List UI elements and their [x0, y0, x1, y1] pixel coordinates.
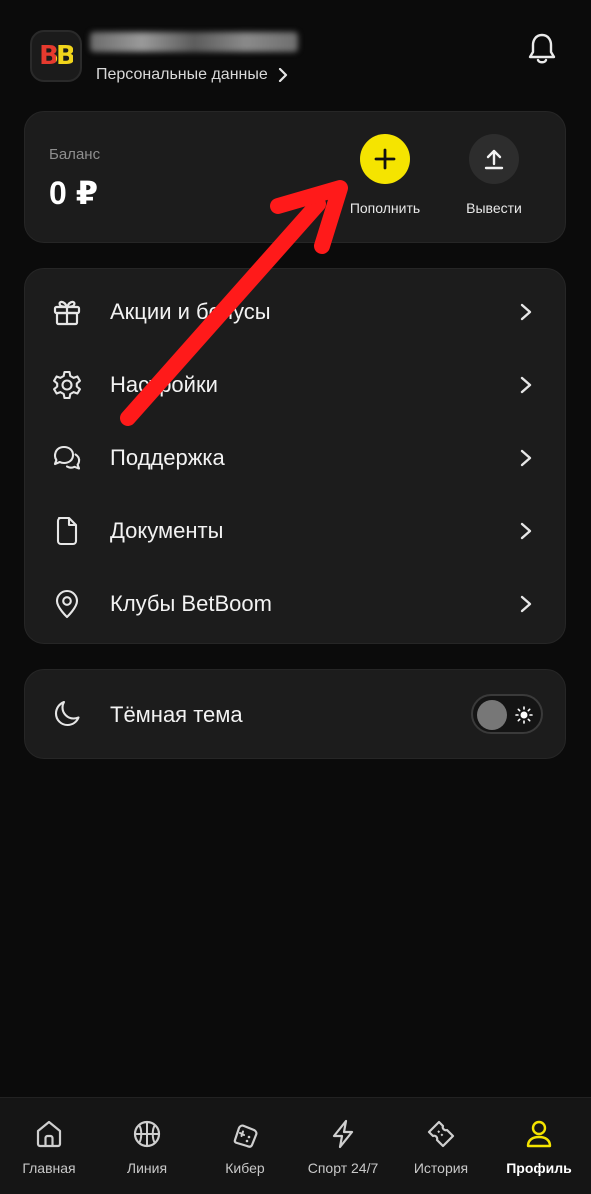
nav-item-line[interactable]: Линия: [98, 1098, 196, 1194]
balance-label: Баланс: [49, 146, 101, 163]
nav-item-history[interactable]: История: [392, 1098, 490, 1194]
menu-item-label: Клубы BetBoom: [110, 590, 272, 616]
nav-label: Главная: [22, 1160, 76, 1176]
nav-label: История: [413, 1160, 469, 1176]
menu-item-label: Документы: [110, 517, 224, 543]
menu-card: Акции и бонусы Настройки Поддержка Докум…: [24, 268, 566, 644]
menu-item-support[interactable]: Поддержка: [25, 421, 567, 494]
basketball-icon: [133, 1120, 161, 1148]
personal-data-link[interactable]: Персональные данные: [96, 62, 290, 88]
chat-icon: [53, 445, 81, 470]
bell-icon[interactable]: [526, 32, 558, 66]
theme-card: Тёмная тема: [24, 669, 566, 759]
nav-label: Профиль: [506, 1160, 572, 1176]
chevron-right-icon: [520, 303, 532, 320]
nav-label: Кибер: [225, 1160, 265, 1176]
menu-item-label: Поддержка: [110, 444, 225, 470]
upload-icon: [484, 149, 504, 170]
menu-item-clubs[interactable]: Клубы BetBoom: [25, 567, 567, 640]
username-redacted: [90, 32, 298, 52]
document-icon: [56, 516, 78, 545]
chevron-right-icon: [520, 522, 532, 539]
personal-data-label: Персональные данные: [96, 66, 268, 83]
home-icon: [36, 1120, 62, 1148]
location-pin-icon: [55, 589, 79, 618]
chevron-right-icon: [520, 449, 532, 466]
sun-icon: [515, 706, 533, 724]
menu-item-documents[interactable]: Документы: [25, 494, 567, 567]
chevron-right-icon: [520, 595, 532, 612]
withdraw-circle[interactable]: [469, 134, 519, 184]
nav-item-sport247[interactable]: Спорт 24/7: [294, 1098, 392, 1194]
logo-text: BB: [39, 41, 76, 71]
topup-button[interactable]: Пополнить: [335, 134, 435, 216]
dark-theme-toggle[interactable]: [471, 694, 543, 734]
nav-item-cyber[interactable]: Кибер: [196, 1098, 294, 1194]
moon-icon: [54, 700, 80, 727]
ticket-icon: [427, 1120, 455, 1148]
nav-label: Линия: [126, 1160, 168, 1176]
balance-value: 0 ₽: [49, 175, 98, 211]
profile-header: BB Персональные данные: [0, 0, 591, 100]
dark-theme-label: Тёмная тема: [110, 702, 243, 727]
topup-label: Пополнить: [349, 200, 421, 216]
plus-icon: [374, 148, 396, 170]
menu-item-promotions[interactable]: Акции и бонусы: [25, 275, 567, 348]
menu-item-settings[interactable]: Настройки: [25, 348, 567, 421]
chevron-right-icon: [278, 68, 287, 82]
user-icon: [526, 1120, 552, 1148]
withdraw-button[interactable]: Вывести: [444, 134, 544, 216]
topup-circle[interactable]: [360, 134, 410, 184]
lightning-icon: [332, 1119, 354, 1149]
betboom-logo[interactable]: BB: [30, 30, 82, 82]
gift-icon: [53, 300, 81, 325]
bottom-navigation: Главная Линия Кибер Спорт 24/7 История П…: [0, 1097, 591, 1194]
menu-item-label: Настройки: [110, 371, 218, 397]
nav-item-home[interactable]: Главная: [0, 1098, 98, 1194]
withdraw-label: Вывести: [466, 200, 522, 216]
chevron-right-icon: [520, 376, 532, 393]
menu-item-label: Акции и бонусы: [110, 298, 271, 324]
gamepad-icon: [233, 1124, 258, 1148]
toggle-knob: [477, 700, 507, 730]
gear-icon: [53, 370, 81, 399]
nav-label: Спорт 24/7: [307, 1160, 379, 1176]
nav-item-profile[interactable]: Профиль: [490, 1098, 588, 1194]
balance-card: Баланс 0 ₽ Пополнить Вывести: [24, 111, 566, 243]
